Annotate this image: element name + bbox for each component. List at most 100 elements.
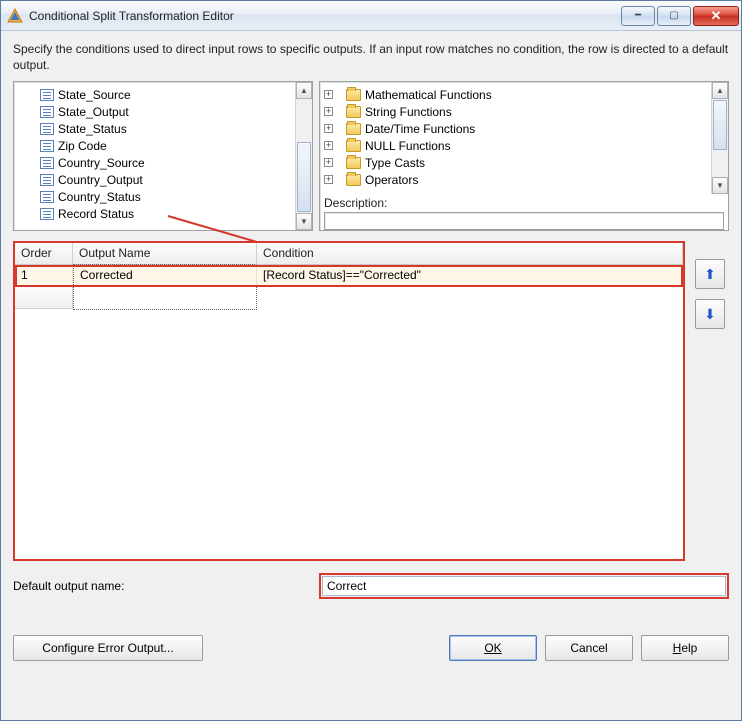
column-item[interactable]: State_Status (16, 120, 293, 137)
column-label: State_Status (58, 122, 127, 136)
folder-icon (346, 106, 361, 118)
folder-icon (346, 89, 361, 101)
tree-item[interactable]: + Type Casts (322, 154, 709, 171)
cell-order[interactable]: 1 (15, 265, 73, 286)
default-output-row: Default output name: (13, 573, 729, 599)
description-box[interactable] (324, 212, 724, 230)
tree-item[interactable]: + NULL Functions (322, 137, 709, 154)
scroll-down-button[interactable]: ▼ (712, 177, 728, 194)
cell-output-name-empty[interactable] (73, 286, 257, 310)
close-button[interactable]: ✕ (693, 6, 739, 26)
column-icon (40, 191, 54, 203)
columns-list: State_Source State_Output State_Status Z… (14, 82, 295, 230)
column-icon (40, 174, 54, 186)
column-icon (40, 140, 54, 152)
conditions-grid[interactable]: Order Output Name Condition 1 Corrected … (13, 241, 685, 561)
help-label: Help (673, 641, 698, 655)
column-label: Record Status (58, 207, 134, 221)
reorder-buttons: ⬆ ⬇ (695, 241, 729, 561)
functions-pane[interactable]: + Mathematical Functions + String Function… (319, 81, 729, 231)
upper-panes: State_Source State_Output State_Status Z… (13, 81, 729, 231)
tree-label: String Functions (365, 105, 452, 119)
scroll-up-button[interactable]: ▲ (296, 82, 312, 99)
expand-icon[interactable]: + (324, 90, 333, 99)
columns-pane[interactable]: State_Source State_Output State_Status Z… (13, 81, 313, 231)
maximize-button[interactable]: ▢ (657, 6, 691, 26)
window-title: Conditional Split Transformation Editor (29, 9, 619, 23)
expand-icon[interactable]: + (324, 124, 333, 133)
conditions-area: Order Output Name Condition 1 Corrected … (13, 241, 729, 561)
tree-label: Date/Time Functions (365, 122, 475, 136)
scroll-thumb[interactable] (297, 142, 311, 212)
column-label: State_Source (58, 88, 131, 102)
default-output-label: Default output name: (13, 579, 313, 593)
tree-label: Operators (365, 173, 418, 187)
column-label: Country_Status (58, 190, 141, 204)
folder-icon (346, 174, 361, 186)
titlebar: Conditional Split Transformation Editor … (1, 1, 741, 31)
column-label: Country_Source (58, 156, 145, 170)
minimize-button[interactable]: ━ (621, 6, 655, 26)
tree-item[interactable]: + String Functions (322, 103, 709, 120)
column-item[interactable]: State_Output (16, 103, 293, 120)
expand-icon[interactable]: + (324, 158, 333, 167)
header-output-name[interactable]: Output Name (73, 243, 257, 264)
table-row[interactable]: 1 Corrected [Record Status]=="Corrected" (15, 265, 683, 287)
tree-item[interactable]: + Mathematical Functions (322, 86, 709, 103)
cancel-button[interactable]: Cancel (545, 635, 633, 661)
configure-error-output-button[interactable]: Configure Error Output... (13, 635, 203, 661)
columns-scrollbar[interactable]: ▲ ▼ (295, 82, 312, 230)
column-label: Zip Code (58, 139, 107, 153)
column-label: State_Output (58, 105, 129, 119)
bottom-buttons: Configure Error Output... OK Cancel Help (13, 635, 729, 661)
column-icon (40, 123, 54, 135)
folder-icon (346, 157, 361, 169)
dialog-body: Specify the conditions used to direct in… (1, 31, 741, 720)
column-icon (40, 106, 54, 118)
tree-label: Mathematical Functions (365, 88, 492, 102)
cell-output-name[interactable]: Corrected (73, 264, 257, 287)
expand-icon[interactable]: + (324, 175, 333, 184)
column-item[interactable]: Zip Code (16, 137, 293, 154)
move-down-button[interactable]: ⬇ (695, 299, 725, 329)
folder-icon (346, 123, 361, 135)
functions-scrollbar[interactable]: ▲ ▼ (711, 82, 728, 194)
header-condition[interactable]: Condition (257, 243, 683, 264)
annotation-input-highlight (319, 573, 729, 599)
move-up-button[interactable]: ⬆ (695, 259, 725, 289)
description-label: Description: (324, 196, 724, 210)
app-icon (7, 8, 23, 24)
column-icon (40, 157, 54, 169)
expand-icon[interactable]: + (324, 107, 333, 116)
expand-icon[interactable]: + (324, 141, 333, 150)
default-output-input[interactable] (322, 576, 726, 596)
column-item[interactable]: State_Source (16, 86, 293, 103)
column-label: Country_Output (58, 173, 143, 187)
description-area: Description: (320, 194, 728, 232)
column-item[interactable]: Country_Status (16, 188, 293, 205)
table-row-empty[interactable] (15, 287, 683, 309)
cell-condition[interactable]: [Record Status]=="Corrected" (257, 265, 683, 286)
cell-order-empty[interactable] (15, 287, 73, 309)
tree-label: NULL Functions (365, 139, 451, 153)
column-item[interactable]: Record Status (16, 205, 293, 222)
tree-item[interactable]: + Date/Time Functions (322, 120, 709, 137)
column-icon (40, 208, 54, 220)
window-buttons: ━ ▢ ✕ (619, 6, 739, 26)
functions-tree: + Mathematical Functions + String Function… (320, 82, 711, 194)
grid-header: Order Output Name Condition (15, 243, 683, 265)
scroll-down-button[interactable]: ▼ (296, 213, 312, 230)
scroll-thumb[interactable] (713, 100, 727, 150)
column-item[interactable]: Country_Output (16, 171, 293, 188)
scroll-up-button[interactable]: ▲ (712, 82, 728, 99)
ok-button[interactable]: OK (449, 635, 537, 661)
instruction-text: Specify the conditions used to direct in… (13, 41, 729, 73)
help-button[interactable]: Help (641, 635, 729, 661)
header-order[interactable]: Order (15, 243, 73, 264)
ok-label: OK (484, 641, 501, 655)
folder-icon (346, 140, 361, 152)
column-icon (40, 89, 54, 101)
column-item[interactable]: Country_Source (16, 154, 293, 171)
tree-item[interactable]: + Operators (322, 171, 709, 188)
tree-label: Type Casts (365, 156, 425, 170)
